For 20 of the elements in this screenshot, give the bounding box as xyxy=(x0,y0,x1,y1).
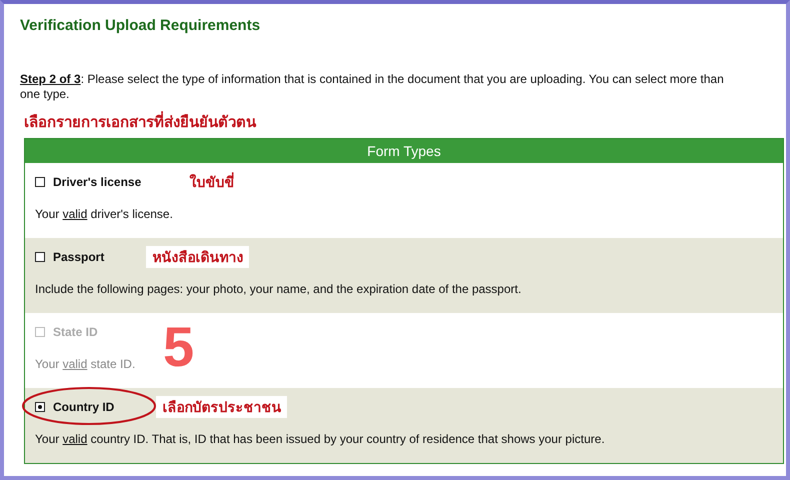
option-label: State ID xyxy=(53,325,98,339)
checkbox[interactable] xyxy=(35,177,45,187)
option-description: Include the following pages: your photo, your name, and the expiration date of the passport. xyxy=(35,282,522,296)
table-header: Form Types xyxy=(25,139,783,163)
option-label: Passport xyxy=(53,250,104,264)
annotation-heading: เลือกรายการเอกสารที่ส่งยืนยันตัวตน xyxy=(24,110,778,134)
option-label: Country ID xyxy=(53,400,114,414)
annotation-note: เลือกบัตรประชาชน xyxy=(156,396,288,418)
checkbox[interactable] xyxy=(35,252,45,262)
option-description: Your valid state ID. xyxy=(35,357,136,371)
page-title: Verification Upload Requirements xyxy=(20,17,262,34)
valid-link[interactable]: valid xyxy=(62,207,88,221)
option-description: Your valid country ID. That is, ID that has been issued by your country of residence that shows your picture. xyxy=(35,432,606,446)
option-label: Driver's license xyxy=(53,175,142,189)
annotation-note: หนังสือเดินทาง xyxy=(146,246,250,268)
step-instructions: Step 2 of 3: Please select the type of information that is contained in the document that you are uploading. You can select more than one type. xyxy=(20,72,725,102)
checkbox[interactable] xyxy=(35,402,45,412)
annotation-number: 5 xyxy=(163,319,194,375)
option-description: Your valid driver's license. xyxy=(35,207,174,221)
valid-link[interactable]: valid xyxy=(62,432,88,446)
